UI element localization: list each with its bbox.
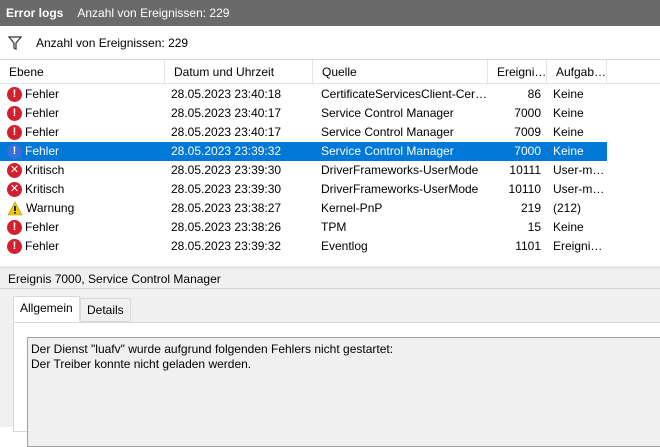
- column-header-datetime[interactable]: Datum und Uhrzeit: [165, 60, 313, 84]
- table-row[interactable]: ! Fehler 28.05.2023 23:40:17 Service Contro…: [0, 104, 607, 123]
- table-row[interactable]: ! Fehler 28.05.2023 23:40:17 Service Contro…: [0, 123, 607, 142]
- level-text: Fehler: [25, 220, 60, 234]
- level-text: Fehler: [25, 87, 60, 101]
- cell-datetime: 28.05.2023 23:39:30: [171, 182, 282, 196]
- cell-level: ! Fehler: [0, 237, 165, 256]
- cell-source: DriverFrameworks-UserMode: [321, 182, 479, 196]
- cell-datetime: 28.05.2023 23:38:26: [171, 220, 282, 234]
- warning-icon: [7, 201, 23, 216]
- cell-datetime: 28.05.2023 23:39:32: [171, 144, 282, 158]
- cell-task: Keine: [553, 125, 584, 139]
- message-line-2: Der Treiber konnte nicht geladen werden.: [31, 357, 252, 371]
- title-bar: Error logs Anzahl von Ereignissen: 229: [0, 0, 660, 26]
- cell-event-id: 1101: [515, 239, 541, 253]
- cell-datetime: 28.05.2023 23:38:27: [171, 201, 282, 215]
- detail-header: Ereignis 7000, Service Control Manager: [0, 269, 660, 289]
- error-icon: !: [7, 144, 22, 159]
- critical-icon: ✕: [7, 163, 22, 178]
- cell-datetime: 28.05.2023 23:39:32: [171, 239, 282, 253]
- cell-level: ! Fehler: [0, 218, 165, 237]
- cell-task: User-m…: [553, 182, 605, 196]
- window-title: Error logs: [6, 6, 64, 20]
- table-row[interactable]: Warnung 28.05.2023 23:38:27 Kernel-PnP 219 (…: [0, 199, 607, 218]
- table-row[interactable]: ! Fehler 28.05.2023 23:39:32 Service Contro…: [0, 142, 607, 161]
- filter-count-text: Anzahl von Ereignissen: 229: [36, 35, 189, 50]
- cell-level: Warnung: [0, 199, 165, 218]
- event-count-label: Anzahl von Ereignissen: 229: [77, 6, 230, 20]
- table-row[interactable]: ! Fehler 28.05.2023 23:38:26 TPM 15 Keine: [0, 218, 607, 237]
- cell-event-id: 10111: [509, 163, 541, 177]
- column-header-source[interactable]: Quelle: [313, 60, 488, 84]
- cell-source: CertificateServicesClient-Cer…: [321, 87, 488, 101]
- cell-source: Service Control Manager: [321, 144, 454, 158]
- cell-source: Kernel-PnP: [321, 201, 383, 215]
- event-grid[interactable]: Ebene Datum und Uhrzeit Quelle Ereigni… …: [0, 60, 660, 266]
- cell-task: Keine: [553, 106, 584, 120]
- event-message-box[interactable]: Der Dienst "luafv" wurde aufgrund folgen…: [27, 337, 660, 447]
- message-line-1: Der Dienst "luafv" wurde aufgrund folgen…: [31, 342, 394, 356]
- error-icon: !: [7, 106, 22, 121]
- cell-level: ! Fehler: [0, 142, 165, 161]
- cell-datetime: 28.05.2023 23:40:18: [171, 87, 282, 101]
- cell-source: DriverFrameworks-UserMode: [321, 163, 479, 177]
- cell-task: Keine: [553, 144, 584, 158]
- level-text: Fehler: [25, 144, 60, 158]
- cell-task: Ereigni…: [553, 239, 603, 253]
- cell-level: ! Fehler: [0, 104, 165, 123]
- cell-event-id: 7000: [514, 106, 541, 120]
- column-header-event-id[interactable]: Ereigni…: [488, 60, 547, 84]
- error-icon: !: [7, 239, 22, 254]
- cell-event-id: 15: [527, 220, 541, 234]
- column-header-level[interactable]: Ebene: [0, 60, 165, 84]
- cell-event-id: 7000: [514, 144, 541, 158]
- error-icon: !: [7, 125, 22, 140]
- cell-level: ✕ Kritisch: [0, 180, 165, 199]
- cell-datetime: 28.05.2023 23:40:17: [171, 106, 282, 120]
- column-header-task[interactable]: Aufgab…: [547, 60, 607, 84]
- table-row[interactable]: ✕ Kritisch 28.05.2023 23:39:30 DriverFramew…: [0, 180, 607, 199]
- level-text: Fehler: [25, 106, 60, 120]
- table-row[interactable]: ! Fehler 28.05.2023 23:39:32 Eventlog 1101 Er…: [0, 237, 607, 256]
- tab-details[interactable]: Details: [80, 298, 131, 322]
- tab-general[interactable]: Allgemein: [13, 296, 80, 322]
- cell-datetime: 28.05.2023 23:39:30: [171, 163, 282, 177]
- cell-source: Service Control Manager: [321, 125, 454, 139]
- level-text: Warnung: [26, 201, 75, 215]
- level-text: Fehler: [25, 125, 60, 139]
- tab-panel: Der Dienst "luafv" wurde aufgrund folgen…: [13, 322, 660, 447]
- table-row[interactable]: ✕ Kritisch 28.05.2023 23:39:30 DriverFramew…: [0, 161, 607, 180]
- cell-source: TPM: [321, 220, 347, 234]
- grid-header: Ebene Datum und Uhrzeit Quelle Ereigni… …: [0, 60, 660, 84]
- detail-pane: Allgemein Details Der Dienst "luafv" wur…: [0, 289, 660, 447]
- filter-bar: Anzahl von Ereignissen: 229: [0, 26, 660, 60]
- cell-datetime: 28.05.2023 23:40:17: [171, 125, 282, 139]
- cell-source: Service Control Manager: [321, 106, 454, 120]
- cell-level: ! Fehler: [0, 123, 165, 142]
- error-icon: !: [7, 220, 22, 235]
- level-text: Kritisch: [25, 163, 65, 177]
- error-icon: !: [7, 87, 22, 102]
- cell-level: ✕ Kritisch: [0, 161, 165, 180]
- cell-task: (212): [553, 201, 582, 215]
- cell-task: User-m…: [553, 163, 605, 177]
- cell-level: ! Fehler: [0, 85, 165, 104]
- filter-icon[interactable]: [7, 35, 23, 50]
- level-text: Kritisch: [25, 182, 65, 196]
- cell-event-id: 10110: [508, 182, 541, 196]
- cell-task: Keine: [553, 87, 584, 101]
- critical-icon: ✕: [7, 182, 22, 197]
- table-row[interactable]: ! Fehler 28.05.2023 23:40:18 CertificateSer…: [0, 85, 607, 104]
- level-text: Fehler: [25, 239, 60, 253]
- cell-source: Eventlog: [321, 239, 368, 253]
- cell-event-id: 219: [520, 201, 541, 215]
- cell-task: Keine: [553, 220, 584, 234]
- cell-event-id: 7009: [514, 125, 541, 139]
- cell-event-id: 86: [527, 87, 541, 101]
